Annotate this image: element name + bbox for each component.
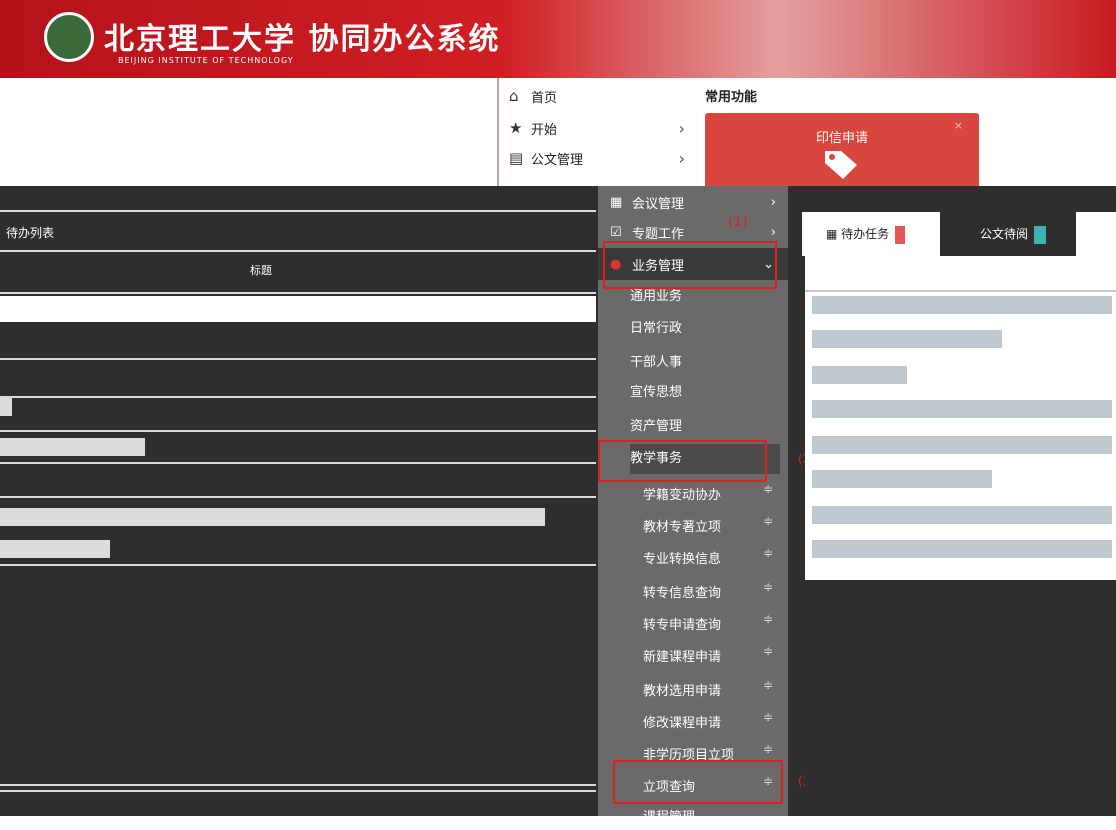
divider	[0, 396, 596, 398]
sub-item-major-transfer-info[interactable]: 专业转换信息 ≑	[598, 540, 788, 572]
pin-icon[interactable]: ≑	[763, 482, 773, 496]
annotation-1: (1)	[728, 214, 748, 230]
sub-item-new-course[interactable]: 新建课程申请 ≑	[598, 638, 788, 670]
star-icon: ★	[509, 119, 523, 137]
tab-documents[interactable]: 公文待阅	[940, 212, 1076, 256]
close-icon[interactable]: ×	[954, 119, 963, 132]
seal-application-label: 印信申请	[815, 131, 868, 146]
list-item[interactable]	[812, 470, 992, 488]
nav-item-label: 公文管理	[531, 152, 584, 168]
list-item[interactable]	[812, 540, 1112, 558]
pin-icon[interactable]: ≑	[763, 644, 773, 658]
tab-todo[interactable]: ▦ 待办任务	[802, 212, 940, 256]
divider	[0, 784, 596, 786]
nav-item-home[interactable]: ⌂ 首页	[509, 82, 689, 110]
tab-label: 公文待阅	[980, 227, 1029, 241]
sub-item-label: 转专申请查询	[643, 618, 722, 633]
divider	[0, 358, 596, 360]
badge	[1033, 225, 1046, 244]
pin-icon[interactable]: ≑	[763, 546, 773, 560]
sub-item-textbook-project[interactable]: 教材专著立项 ≑	[598, 508, 788, 540]
pin-icon[interactable]: ≑	[763, 678, 773, 692]
home-icon: ⌂	[509, 87, 519, 105]
divider	[0, 430, 596, 432]
top-nav-menu: ⌂ 首页 ★ 开始 › ▤ 公文管理 ›	[497, 78, 707, 188]
table-row[interactable]	[0, 540, 110, 558]
system-subtitle: BEIJING INSTITUTE OF TECHNOLOGY	[118, 56, 294, 65]
sub-item-label: 专业转换信息	[643, 552, 722, 567]
list-item[interactable]	[812, 400, 1112, 418]
todo-list-header: 待办列表	[6, 226, 55, 240]
category-personnel[interactable]: 干部人事	[630, 348, 682, 378]
highlight-box	[598, 440, 767, 482]
divider	[0, 210, 596, 212]
calendar-icon: ▦	[610, 194, 623, 210]
divider	[0, 292, 596, 294]
divider	[0, 564, 596, 566]
sub-item-label: 新建课程申请	[643, 650, 722, 665]
table-row[interactable]	[0, 438, 145, 456]
pin-icon[interactable]: ≑	[763, 580, 773, 594]
sub-item-label: 教材选用申请	[643, 684, 722, 699]
sub-item-modify-course[interactable]: 修改课程申请 ≑	[598, 704, 788, 736]
list-item[interactable]	[812, 366, 907, 384]
tab-label: 待办任务	[841, 227, 890, 241]
divider	[0, 462, 596, 464]
header-banner: 北京理工大学 协同办公系统 BEIJING INSTITUTE OF TECHN…	[0, 0, 1116, 78]
chevron-right-icon: ›	[678, 118, 685, 138]
pin-icon[interactable]: ≑	[763, 612, 773, 626]
chevron-right-icon: ›	[678, 148, 685, 168]
calendar-icon: ▦	[826, 227, 838, 241]
tag-icon	[821, 147, 861, 187]
divider	[0, 250, 596, 252]
highlight-box	[613, 760, 783, 804]
table-row[interactable]	[0, 398, 12, 416]
list-item[interactable]	[812, 506, 1112, 524]
checkbox-icon: ☑	[610, 224, 622, 240]
sub-item-label: 修改课程申请	[643, 716, 722, 731]
sub-item-transfer-info-query[interactable]: 转专信息查询 ≑	[598, 574, 788, 606]
list-item[interactable]	[812, 296, 1112, 314]
sidebar-item-label: 会议管理	[632, 196, 685, 212]
university-logo	[44, 12, 94, 62]
table-row[interactable]	[0, 296, 596, 322]
divider	[0, 790, 596, 792]
right-empty-area	[805, 580, 1116, 816]
sub-item-label: 转专信息查询	[643, 586, 722, 601]
document-icon: ▤	[509, 149, 524, 167]
sub-item-label: 学籍变动协办	[643, 488, 722, 503]
nav-item-documents[interactable]: ▤ 公文管理 ›	[509, 144, 689, 172]
divider	[0, 496, 596, 498]
sub-item-textbook-selection[interactable]: 教材选用申请 ≑	[598, 672, 788, 704]
column-title: 标题	[250, 264, 272, 277]
seal-application-card[interactable]: 印信申请 ×	[705, 113, 979, 188]
pin-icon[interactable]: ≑	[763, 514, 773, 528]
sidebar-item-meetings[interactable]: ▦ 会议管理 ›	[598, 186, 788, 218]
tab-bar: ▦ 待办任务 公文待阅	[802, 212, 1116, 256]
chevron-right-icon: ›	[770, 224, 776, 240]
chevron-right-icon: ›	[770, 194, 776, 210]
nav-item-label: 首页	[531, 90, 558, 106]
sidebar-item-label: 专题工作	[632, 226, 685, 242]
highlight-box	[603, 241, 777, 289]
divider	[805, 290, 1116, 292]
category-publicity[interactable]: 宣传思想	[630, 378, 682, 408]
pin-icon[interactable]: ≑	[763, 742, 773, 756]
sub-item-transfer-request-query[interactable]: 转专申请查询 ≑	[598, 606, 788, 638]
list-item[interactable]	[812, 330, 1002, 348]
system-title: 北京理工大学 协同办公系统	[104, 22, 501, 57]
pin-icon[interactable]: ≑	[763, 710, 773, 724]
common-functions-title: 常用功能	[705, 90, 758, 105]
list-item[interactable]	[812, 436, 1112, 454]
category-admin[interactable]: 日常行政	[630, 314, 682, 344]
sub-item-label: 教材专著立项	[643, 520, 722, 535]
badge	[895, 225, 906, 244]
category-assets[interactable]: 资产管理	[630, 412, 682, 442]
nav-item-label: 开始	[531, 122, 558, 138]
nav-item-start[interactable]: ★ 开始 ›	[509, 114, 689, 142]
table-row[interactable]	[0, 508, 545, 526]
